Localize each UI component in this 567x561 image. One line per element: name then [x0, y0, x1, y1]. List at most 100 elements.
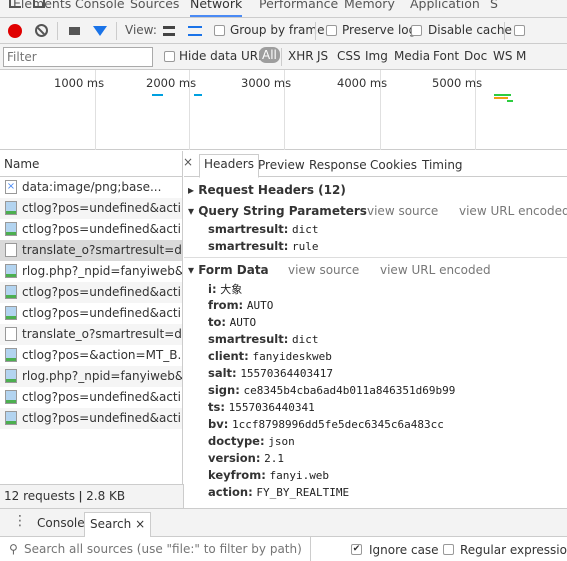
query-view-url-encoded-link[interactable]: view URL encoded	[459, 204, 567, 218]
tab-timing[interactable]: Timing	[422, 158, 463, 172]
image-file-icon	[5, 390, 17, 404]
more-menu-icon[interactable]: ⋮	[13, 513, 27, 529]
drawer-tab-search[interactable]: Search ×	[84, 512, 152, 537]
request-row[interactable]: ctlog?pos=undefined&acti...	[0, 408, 182, 429]
type-filter-all[interactable]: All	[259, 47, 280, 63]
type-filter-font[interactable]: Font	[433, 49, 459, 63]
drawer-tab-bar: ⋮ Console Search ×	[0, 508, 567, 537]
query-view-source-link[interactable]: view source	[367, 204, 438, 218]
clear-icon[interactable]	[35, 24, 48, 37]
network-overview[interactable]: 1000 ms 2000 ms 3000 ms 4000 ms 5000 ms	[0, 70, 567, 150]
search-input[interactable]	[24, 540, 304, 558]
tick-label: 3000 ms	[241, 76, 292, 90]
ignore-case-checkbox[interactable]: ✔	[351, 544, 362, 555]
request-row[interactable]: ctlog?pos=undefined&acti...	[0, 303, 182, 324]
close-search-tab-icon[interactable]: ×	[135, 517, 145, 531]
waterfall-overview-icon[interactable]	[188, 26, 202, 36]
type-filter-xhr[interactable]: XHR	[288, 49, 314, 63]
type-filter-js[interactable]: JS	[317, 49, 328, 63]
query-string-section[interactable]: ▾ Query String Parameters	[188, 204, 367, 218]
offline-checkbox[interactable]	[514, 25, 525, 36]
param-value: fanyideskweb	[252, 350, 332, 363]
status-bar: 12 requests ǀ 2.8 KB transferred	[0, 484, 184, 525]
search-tab-label: Search	[90, 517, 132, 531]
tick-label: 5000 ms	[432, 76, 483, 90]
divider	[310, 537, 311, 561]
type-filter-img[interactable]: Img	[365, 49, 388, 63]
param-row: version: 2.1	[208, 451, 284, 465]
panel-tab-network[interactable]: Network	[190, 0, 243, 17]
panel-tab-console[interactable]: Console	[75, 0, 125, 11]
request-row[interactable]: ctlog?pos=undefined&acti...	[0, 198, 182, 219]
request-row[interactable]: ctlog?pos=undefined&acti...	[0, 219, 182, 240]
view-label: View:	[125, 23, 157, 37]
param-value: fanyi.web	[269, 469, 330, 482]
param-key: salt:	[208, 366, 237, 380]
tab-cookies[interactable]: Cookies	[370, 158, 417, 172]
form-view-source-link[interactable]: view source	[288, 263, 359, 277]
param-key: i:	[208, 282, 217, 296]
param-row: client: fanyideskweb	[208, 349, 332, 363]
panel-tab-memory[interactable]: Memory	[344, 0, 395, 11]
request-row[interactable]: ctlog?pos=&action=MT_B...	[0, 345, 182, 366]
panel-tab-bar: Elements Console Sources Network Performance…	[0, 0, 567, 18]
request-row[interactable]: × data:image/png;base...	[0, 177, 182, 198]
filter-funnel-icon[interactable]	[93, 26, 107, 36]
request-row[interactable]: translate_o?smartresult=di...	[0, 324, 182, 345]
param-key: doctype:	[208, 434, 265, 448]
request-bar	[494, 94, 511, 96]
regular-expression-checkbox[interactable]	[443, 544, 454, 555]
group-by-frame-checkbox[interactable]	[214, 25, 225, 36]
panel-tab-s[interactable]: S	[490, 0, 498, 11]
type-filter-doc[interactable]: Doc	[464, 49, 487, 63]
tab-response[interactable]: Response	[309, 158, 367, 172]
param-key: bv:	[208, 417, 229, 431]
request-list: Name × data:image/png;base... ctlog?pos=un…	[0, 151, 183, 484]
request-row[interactable]: rlog.php?_npid=fanyiweb&...	[0, 366, 182, 387]
hide-data-urls-checkbox[interactable]	[164, 51, 175, 62]
type-filter-media[interactable]: Media	[394, 49, 430, 63]
form-data-section[interactable]: ▾ Form Data	[188, 263, 269, 277]
request-name: ctlog?pos=undefined&acti...	[22, 222, 182, 236]
request-name: ctlog?pos=undefined&acti...	[22, 201, 182, 215]
type-filter-manifest[interactable]: M	[516, 49, 526, 63]
param-value: 1557036440341	[228, 401, 315, 414]
request-row[interactable]: translate_o?smartresult=di...	[0, 240, 182, 261]
request-row[interactable]: ctlog?pos=undefined&acti...	[0, 387, 182, 408]
image-file-icon	[5, 222, 17, 236]
close-detail-icon[interactable]: ×	[184, 155, 193, 169]
request-bar	[194, 94, 202, 96]
preserve-log-checkbox[interactable]	[326, 25, 337, 36]
type-filter-css[interactable]: CSS	[337, 49, 361, 63]
large-rows-icon[interactable]	[163, 26, 175, 36]
param-value: rule	[291, 240, 319, 253]
panel-tab-elements[interactable]: Elements	[13, 0, 71, 11]
record-button[interactable]	[8, 24, 22, 38]
disable-cache-label: Disable cache	[428, 23, 512, 37]
param-row: i: 大象	[208, 281, 242, 297]
param-key: sign:	[208, 383, 240, 397]
panel-tab-application[interactable]: Application	[410, 0, 480, 11]
tab-headers[interactable]: Headers	[199, 154, 259, 178]
broken-image-icon: ×	[5, 180, 17, 194]
request-row[interactable]: rlog.php?_npid=fanyiweb&...	[0, 261, 182, 282]
name-column-header[interactable]: Name	[0, 151, 182, 177]
filter-bar: Hide data URLs All XHR JS CSS Img Media …	[0, 44, 567, 70]
request-detail-pane: × Headers Preview Response Cookies Timin…	[184, 151, 567, 508]
filter-input[interactable]	[3, 47, 153, 67]
image-file-icon	[5, 285, 17, 299]
type-filter-ws[interactable]: WS	[493, 49, 512, 63]
form-view-url-encoded-link[interactable]: view URL encoded	[380, 263, 491, 277]
param-value: ce8345b4cba6ad4b011a846351d69b99	[243, 384, 456, 397]
tab-preview[interactable]: Preview	[258, 158, 305, 172]
divider	[184, 257, 567, 258]
disable-cache-checkbox[interactable]	[411, 25, 422, 36]
request-headers-section[interactable]: ▸ Request Headers (12)	[188, 183, 346, 197]
request-row[interactable]: ctlog?pos=undefined&acti...	[0, 282, 182, 303]
panel-tab-performance[interactable]: Performance	[259, 0, 338, 11]
drawer-tab-console[interactable]: Console	[37, 516, 85, 530]
screenshot-camera-icon[interactable]	[69, 27, 80, 35]
param-value: FY_BY_REALTIME	[256, 486, 350, 499]
panel-tab-sources[interactable]: Sources	[130, 0, 179, 11]
param-key: version:	[208, 451, 261, 465]
